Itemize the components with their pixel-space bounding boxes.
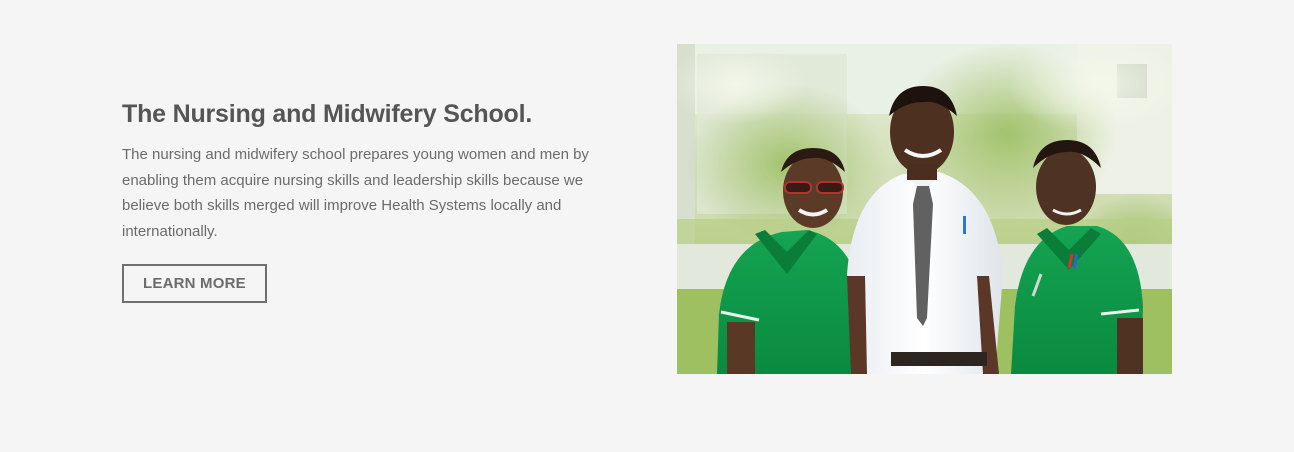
students-photo bbox=[677, 44, 1172, 374]
students-photo-illustration bbox=[677, 44, 1172, 374]
feature-text: The Nursing and Midwifery School. The nu… bbox=[122, 96, 622, 303]
section-title: The Nursing and Midwifery School. bbox=[122, 100, 533, 128]
feature-section: The Nursing and Midwifery School. The nu… bbox=[0, 0, 1294, 452]
section-description: The nursing and midwifery school prepare… bbox=[122, 146, 589, 240]
learn-more-button[interactable]: LEARN MORE bbox=[122, 264, 267, 303]
